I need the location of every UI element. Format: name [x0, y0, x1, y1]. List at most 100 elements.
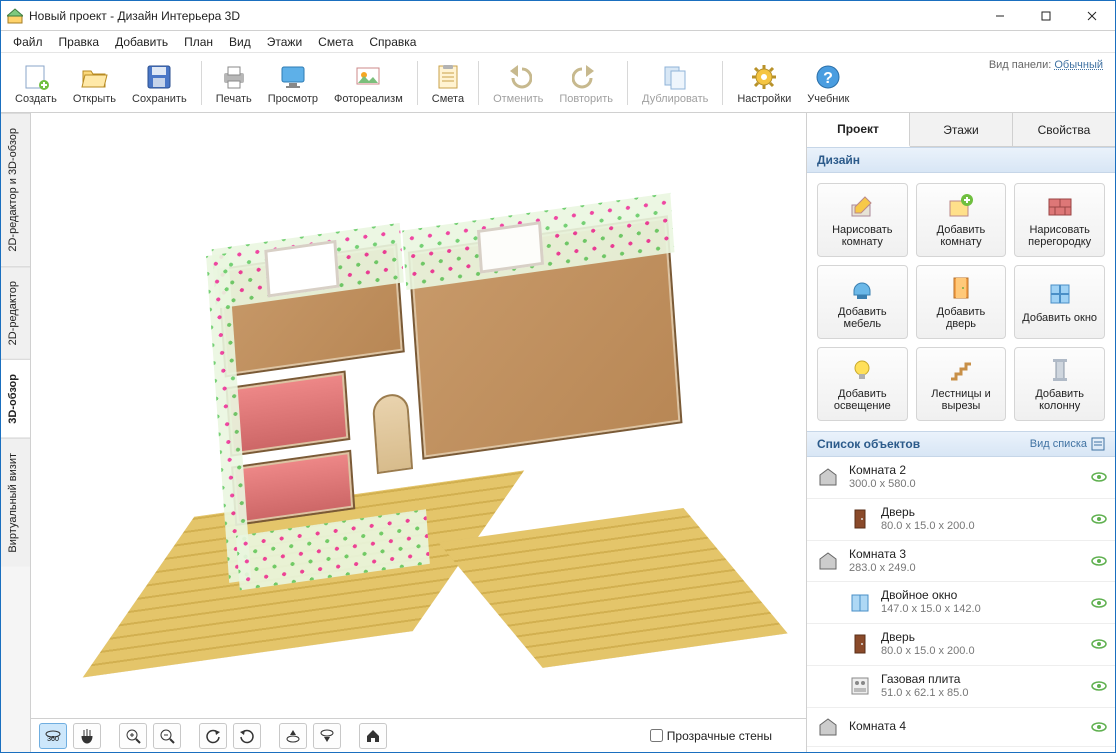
toolbar: Создать Открыть Сохранить Печать Просмот…	[1, 53, 1115, 113]
undo-icon	[502, 61, 534, 93]
door-icon	[847, 506, 873, 532]
add-room-icon	[947, 192, 975, 220]
rtab-project[interactable]: Проект	[807, 113, 910, 147]
tb-preview[interactable]: Просмотр	[260, 59, 326, 107]
transparent-walls-checkbox[interactable]: Прозрачные стены	[650, 729, 772, 743]
menu-help[interactable]: Справка	[361, 33, 424, 51]
new-icon	[20, 61, 52, 93]
tb-tutorial[interactable]: ?Учебник	[799, 59, 857, 107]
tb-save[interactable]: Сохранить	[124, 59, 195, 107]
tb-create[interactable]: Создать	[7, 59, 65, 107]
redo-icon	[570, 61, 602, 93]
tb-photorealism[interactable]: Фотореализм	[326, 59, 411, 107]
print-icon	[218, 61, 250, 93]
tool-zoom-in[interactable]	[119, 723, 147, 749]
eye-icon[interactable]	[1091, 469, 1107, 485]
object-list[interactable]: Комната 2300.0 x 580.0Дверь80.0 x 15.0 x…	[807, 457, 1115, 752]
clipboard-icon	[432, 61, 464, 93]
ltab-virtual[interactable]: Виртуальный визит	[1, 438, 30, 567]
tb-undo[interactable]: Отменить	[485, 59, 551, 107]
right-panel: Проект Этажи Свойства Дизайн Нарисовать …	[807, 113, 1115, 752]
tb-settings[interactable]: Настройки	[729, 59, 799, 107]
door-icon	[847, 631, 873, 657]
tool-add-door[interactable]: Добавить дверь	[916, 265, 1007, 339]
tool-add-column[interactable]: Добавить колонну	[1014, 347, 1105, 421]
monitor-icon	[277, 61, 309, 93]
window-icon	[847, 590, 873, 616]
render-icon	[352, 61, 384, 93]
view-list-link[interactable]: Вид списка	[1030, 437, 1105, 451]
tool-tilt-up[interactable]	[279, 723, 307, 749]
eye-icon[interactable]	[1091, 636, 1107, 652]
close-button[interactable]	[1069, 1, 1115, 30]
menu-plan[interactable]: План	[176, 33, 221, 51]
eye-icon[interactable]	[1091, 511, 1107, 527]
ltab-2d[interactable]: 2D-редактор	[1, 266, 30, 359]
bulb-icon	[848, 356, 876, 384]
menu-floors[interactable]: Этажи	[259, 33, 310, 51]
window-icon	[1046, 280, 1074, 308]
tool-rotate-ccw[interactable]	[199, 723, 227, 749]
eye-icon[interactable]	[1091, 553, 1107, 569]
3d-viewport[interactable]	[31, 113, 806, 718]
tool-stairs[interactable]: Лестницы и вырезы	[916, 347, 1007, 421]
objects-section-header: Список объектов Вид списка	[807, 431, 1115, 457]
tool-add-lighting[interactable]: Добавить освещение	[817, 347, 908, 421]
door-icon	[947, 274, 975, 302]
tool-draw-room[interactable]: Нарисовать комнату	[817, 183, 908, 257]
tool-rotate-cw[interactable]	[233, 723, 261, 749]
tool-add-furniture[interactable]: Добавить мебель	[817, 265, 908, 339]
list-item[interactable]: Комната 3283.0 x 249.0	[807, 541, 1115, 583]
panel-mode-link[interactable]: Обычный	[1054, 59, 1103, 71]
room-icon	[815, 548, 841, 574]
list-item[interactable]: Газовая плита51.0 x 62.1 x 85.0	[807, 666, 1115, 708]
tb-redo[interactable]: Повторить	[551, 59, 621, 107]
help-icon: ?	[812, 61, 844, 93]
ltab-2d-3d[interactable]: 2D-редактор и 3D-обзор	[1, 113, 30, 266]
rtab-floors[interactable]: Этажи	[910, 113, 1013, 146]
list-item[interactable]: Дверь80.0 x 15.0 x 200.0	[807, 624, 1115, 666]
tb-estimate[interactable]: Смета	[424, 59, 472, 107]
list-item[interactable]: Комната 4	[807, 708, 1115, 747]
tool-draw-partition[interactable]: Нарисовать перегородку	[1014, 183, 1105, 257]
eye-icon[interactable]	[1091, 719, 1107, 735]
menu-view[interactable]: Вид	[221, 33, 259, 51]
left-tabs: 2D-редактор и 3D-обзор 2D-редактор 3D-об…	[1, 113, 31, 752]
eye-icon[interactable]	[1091, 595, 1107, 611]
tb-print[interactable]: Печать	[208, 59, 260, 107]
tool-add-window[interactable]: Добавить окно	[1014, 265, 1105, 339]
tool-pan[interactable]	[73, 723, 101, 749]
room-icon	[815, 714, 841, 740]
panel-mode-label: Вид панели: Обычный	[989, 59, 1103, 71]
gear-icon	[748, 61, 780, 93]
list-item[interactable]: Комната 2300.0 x 580.0	[807, 457, 1115, 499]
tb-open[interactable]: Открыть	[65, 59, 124, 107]
tool-tilt-down[interactable]	[313, 723, 341, 749]
ltab-3d[interactable]: 3D-обзор	[1, 359, 30, 438]
rtab-properties[interactable]: Свойства	[1013, 113, 1115, 146]
tool-add-room[interactable]: Добавить комнату	[916, 183, 1007, 257]
stove-icon	[847, 673, 873, 699]
chair-icon	[848, 274, 876, 302]
minimize-button[interactable]	[977, 1, 1023, 30]
menubar: Файл Правка Добавить План Вид Этажи Смет…	[1, 31, 1115, 53]
design-section-header: Дизайн	[807, 147, 1115, 173]
duplicate-icon	[659, 61, 691, 93]
menu-estimate[interactable]: Смета	[310, 33, 361, 51]
save-icon	[143, 61, 175, 93]
tb-duplicate[interactable]: Дублировать	[634, 59, 716, 107]
tool-home[interactable]	[359, 723, 387, 749]
viewport-tools: 360 Прозрачные стены	[31, 718, 806, 752]
eye-icon[interactable]	[1091, 678, 1107, 694]
tool-zoom-out[interactable]	[153, 723, 181, 749]
pencil-room-icon	[848, 192, 876, 220]
column-icon	[1046, 356, 1074, 384]
list-item[interactable]: Двойное окно147.0 x 15.0 x 142.0	[807, 582, 1115, 624]
menu-file[interactable]: Файл	[5, 33, 51, 51]
menu-add[interactable]: Добавить	[107, 33, 176, 51]
window-title: Новый проект - Дизайн Интерьера 3D	[29, 9, 977, 23]
maximize-button[interactable]	[1023, 1, 1069, 30]
menu-edit[interactable]: Правка	[51, 33, 108, 51]
tool-orbit[interactable]: 360	[39, 723, 67, 749]
list-item[interactable]: Дверь80.0 x 15.0 x 200.0	[807, 499, 1115, 541]
